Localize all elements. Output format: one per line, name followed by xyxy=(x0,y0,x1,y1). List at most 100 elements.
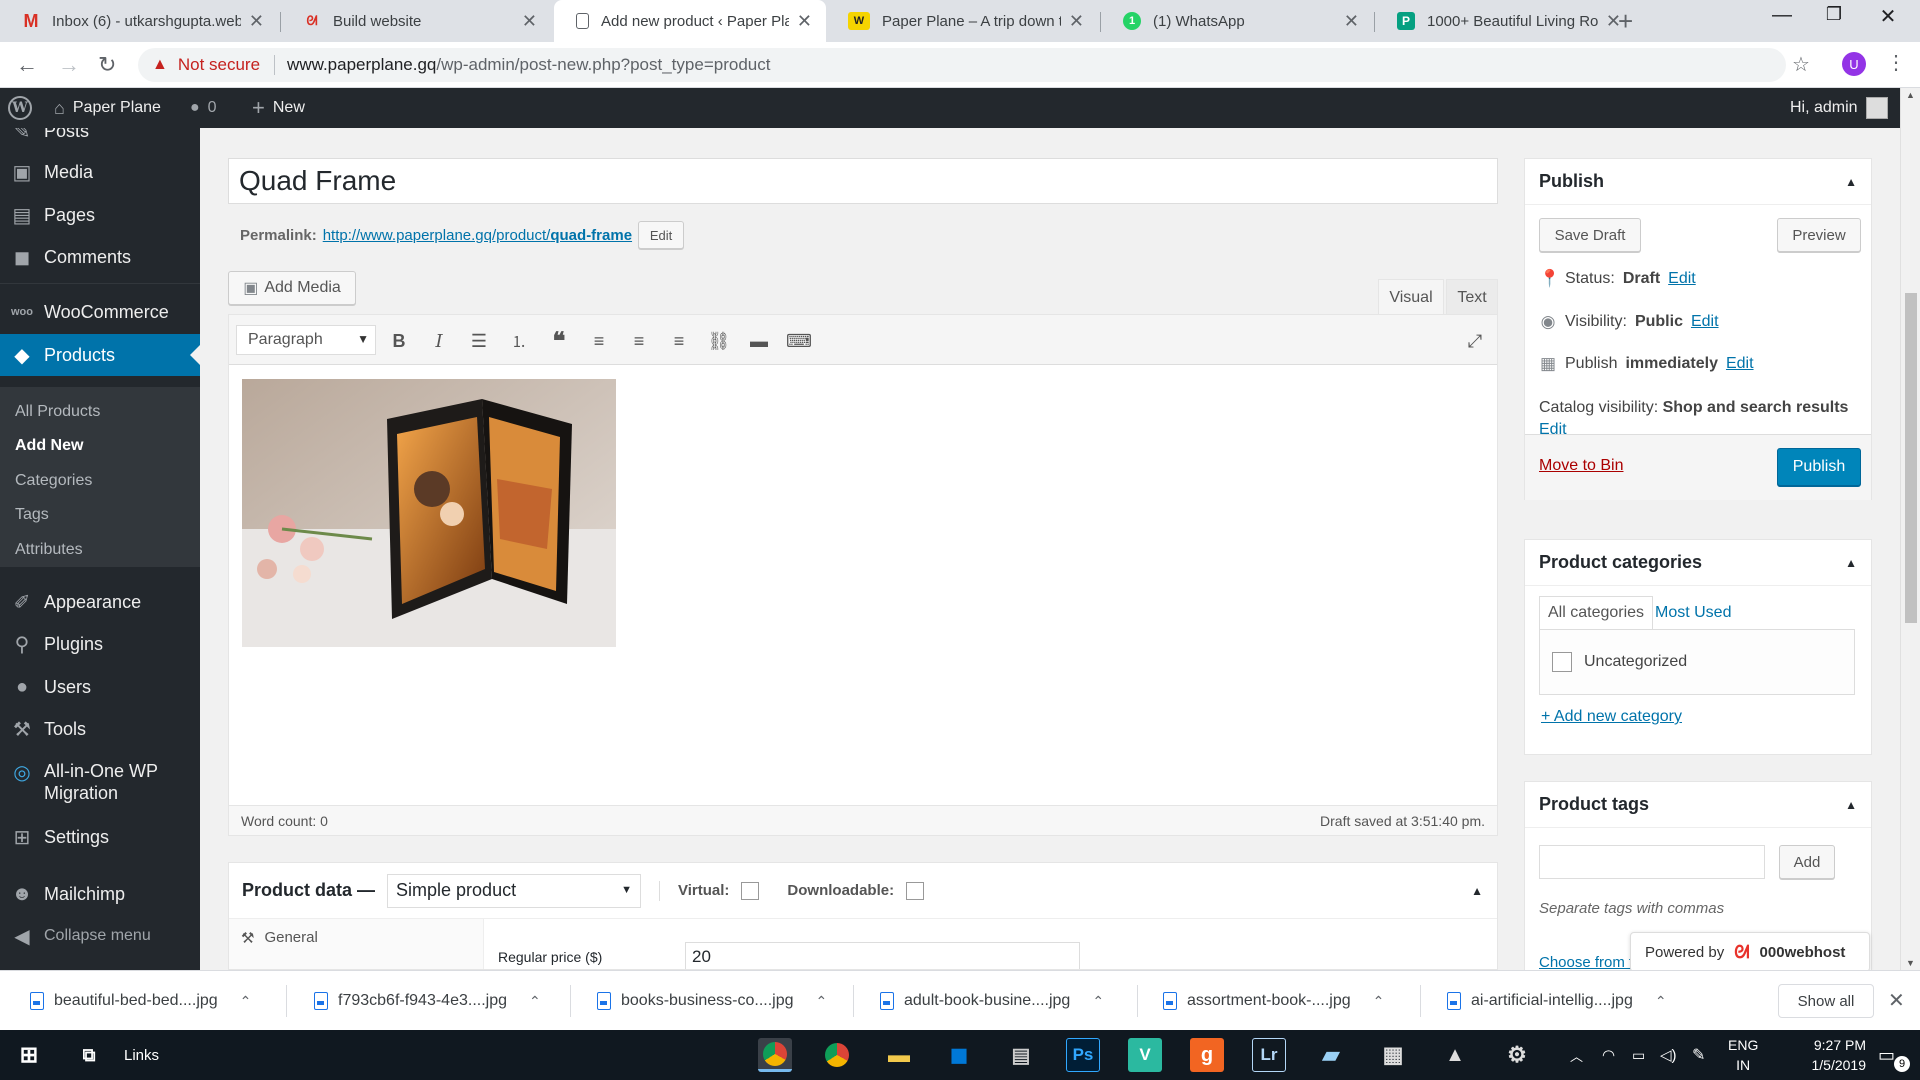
wifi-icon[interactable]: ◠ xyxy=(1602,1030,1615,1080)
chrome-active-icon[interactable] xyxy=(758,1038,792,1072)
lightroom-icon[interactable]: Lr xyxy=(1252,1038,1286,1072)
vectr-icon[interactable]: V xyxy=(1128,1038,1162,1072)
browser-menu-icon[interactable]: ⋮ xyxy=(1886,50,1906,75)
download-item[interactable]: adult-book-busine....jpg ⌃ xyxy=(880,971,1104,1031)
tray-overflow-icon[interactable]: ︿ xyxy=(1570,1030,1583,1080)
links-toolbar[interactable]: Links xyxy=(124,1030,159,1080)
comments-link[interactable]: ● 0 xyxy=(190,88,217,128)
sidebar-item-tools[interactable]: ⚒ Tools xyxy=(0,712,200,746)
close-tab-icon[interactable]: ✕ xyxy=(249,11,264,32)
add-tag-button[interactable]: Add xyxy=(1779,845,1835,879)
calculator-icon[interactable]: ▦ xyxy=(1376,1038,1410,1072)
sidebar-item-posts[interactable]: ✎ Posts xyxy=(0,128,200,146)
product-type-select[interactable]: Simple product ▼ xyxy=(387,873,642,908)
sidebar-item-woocommerce[interactable]: woo WooCommerce xyxy=(0,295,200,329)
forward-arrow-icon[interactable]: → xyxy=(58,52,80,78)
maximize-icon[interactable]: ❐ xyxy=(1814,4,1854,25)
tab-paper-plane[interactable]: W Paper Plane – A trip down th ✕ xyxy=(826,0,1098,42)
close-downloads-icon[interactable]: ✕ xyxy=(1888,988,1905,1013)
clock[interactable]: 9:27 PM 1/5/2019 xyxy=(1774,1030,1867,1080)
format-select[interactable]: Paragraph ▼ xyxy=(236,325,376,355)
italic-icon[interactable]: I xyxy=(425,327,453,355)
tab-visual[interactable]: Visual xyxy=(1378,279,1444,315)
volume-icon[interactable]: ◁) xyxy=(1660,1030,1677,1080)
edit-schedule-link[interactable]: Edit xyxy=(1726,355,1754,373)
tab-general[interactable]: ⚒ General xyxy=(241,929,318,947)
preview-button[interactable]: Preview xyxy=(1777,218,1861,252)
page-scrollbar[interactable]: ▲ ▼ xyxy=(1900,88,1920,970)
profile-avatar[interactable]: U xyxy=(1842,52,1866,76)
save-draft-button[interactable]: Save Draft xyxy=(1539,218,1641,252)
chevron-up-icon[interactable]: ⌃ xyxy=(240,993,252,1010)
minimize-icon[interactable]: — xyxy=(1762,4,1802,27)
add-new-category-link[interactable]: + Add new category xyxy=(1541,708,1682,726)
move-to-bin-link[interactable]: Move to Bin xyxy=(1539,457,1623,475)
tab-gmail[interactable]: M Inbox (6) - utkarshgupta.web ✕ xyxy=(0,0,278,42)
download-item[interactable]: books-business-co....jpg ⌃ xyxy=(597,971,827,1031)
window-close-icon[interactable]: ✕ xyxy=(1868,4,1908,29)
sidebar-item-comments[interactable]: ◼ Comments xyxy=(0,240,200,274)
url-omnibox[interactable]: ▲ Not secure www.paperplane.gq/wp-admin/… xyxy=(138,48,1786,82)
task-view-icon[interactable]: ⧉ xyxy=(72,1038,106,1072)
toolbar-toggle-icon[interactable]: ⌨ xyxy=(785,327,813,355)
submenu-all-products[interactable]: All Products xyxy=(15,403,100,421)
edit-status-link[interactable]: Edit xyxy=(1668,270,1696,288)
product-title-input[interactable]: Quad Frame xyxy=(228,158,1498,204)
chevron-up-icon[interactable]: ⌃ xyxy=(1655,993,1667,1010)
tab-pexels[interactable]: P 1000+ Beautiful Living Room ✕ xyxy=(1375,0,1635,42)
close-tab-icon[interactable]: ✕ xyxy=(1344,11,1359,32)
tab-most-used[interactable]: Most Used xyxy=(1647,596,1739,630)
align-center-icon[interactable]: ≡ xyxy=(625,327,653,355)
regular-price-input[interactable]: 20 xyxy=(685,942,1080,969)
sidebar-item-users[interactable]: ● Users xyxy=(0,670,200,704)
link-icon[interactable]: ⛓ xyxy=(705,327,733,355)
store-icon[interactable]: ◼ xyxy=(942,1038,976,1072)
scroll-down-icon[interactable]: ▼ xyxy=(1906,958,1915,968)
align-right-icon[interactable]: ≡ xyxy=(665,327,693,355)
sidebar-item-media[interactable]: ▣ Media xyxy=(0,155,200,189)
tags-box-header[interactable]: Product tags ▲ xyxy=(1525,782,1871,828)
fullscreen-icon[interactable]: ⤢ xyxy=(1461,327,1489,355)
chevron-up-icon[interactable]: ⌃ xyxy=(816,993,828,1010)
download-item[interactable]: beautiful-bed-bed....jpg ⌃ xyxy=(30,971,251,1031)
photoshop-icon[interactable]: Ps xyxy=(1066,1038,1100,1072)
tab-text[interactable]: Text xyxy=(1446,279,1498,315)
collapse-toggle-icon[interactable]: ▲ xyxy=(1471,884,1483,898)
editor-content-area[interactable] xyxy=(229,365,1497,785)
collapse-toggle-icon[interactable]: ▲ xyxy=(1845,798,1857,812)
close-tab-icon[interactable]: ✕ xyxy=(522,11,537,32)
reload-icon[interactable]: ↻ xyxy=(98,52,116,78)
battery-icon[interactable]: ▭ xyxy=(1632,1030,1645,1080)
submenu-attributes[interactable]: Attributes xyxy=(15,541,83,559)
permalink-url[interactable]: http://www.paperplane.gq/product/quad-fr… xyxy=(323,227,632,244)
read-more-icon[interactable]: ▬ xyxy=(745,327,773,355)
show-all-downloads-button[interactable]: Show all xyxy=(1778,984,1874,1018)
submenu-categories[interactable]: Categories xyxy=(15,472,92,490)
collapse-toggle-icon[interactable]: ▲ xyxy=(1845,175,1857,189)
notification-center-icon[interactable]: ▭ xyxy=(1878,1030,1895,1080)
edit-permalink-button[interactable]: Edit xyxy=(638,221,685,249)
scroll-up-icon[interactable]: ▲ xyxy=(1906,90,1915,100)
virtual-checkbox[interactable] xyxy=(741,881,760,900)
tab-whatsapp[interactable]: 1 (1) WhatsApp ✕ xyxy=(1101,0,1373,42)
submenu-tags[interactable]: Tags xyxy=(15,506,49,524)
chevron-up-icon[interactable]: ⌃ xyxy=(529,993,541,1010)
close-tab-icon[interactable]: ✕ xyxy=(1069,11,1084,32)
bullet-list-icon[interactable]: ☰ xyxy=(465,327,493,355)
sidebar-item-migration[interactable]: ◎ All-in-One WP Migration xyxy=(0,760,200,808)
my-account-link[interactable]: Hi, admin xyxy=(1790,88,1888,128)
categories-box-header[interactable]: Product categories ▲ xyxy=(1525,540,1871,586)
file-explorer-icon[interactable]: ▬ xyxy=(882,1038,916,1072)
collapse-menu-button[interactable]: ◀ Collapse menu xyxy=(0,919,200,953)
back-arrow-icon[interactable]: ← xyxy=(16,52,38,78)
wp-logo-menu[interactable]: W xyxy=(8,88,32,128)
category-checkbox[interactable] xyxy=(1552,652,1572,672)
download-item[interactable]: f793cb6f-f943-4e3....jpg ⌃ xyxy=(314,971,541,1031)
tab-all-categories[interactable]: All categories xyxy=(1539,596,1654,630)
new-content-link[interactable]: + New xyxy=(252,88,305,128)
chevron-up-icon[interactable]: ⌃ xyxy=(1373,993,1385,1010)
sidebar-item-appearance[interactable]: ✐ Appearance xyxy=(0,585,200,619)
network-drive-icon[interactable]: ▤ xyxy=(1004,1038,1038,1072)
tab-build-website[interactable]: ᘛ Build website ✕ xyxy=(281,0,551,42)
language-indicator[interactable]: ENG IN xyxy=(1728,1030,1758,1080)
